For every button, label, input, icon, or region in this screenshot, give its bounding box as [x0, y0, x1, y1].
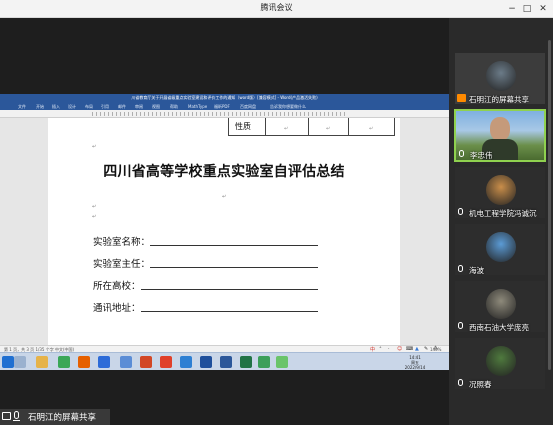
- cell-mark: ↵: [284, 126, 289, 132]
- field-underline[interactable]: [150, 245, 318, 246]
- participant-caption: 海波: [455, 264, 545, 275]
- table-cell: ↵: [309, 118, 349, 136]
- avatar: [486, 61, 516, 91]
- taskbar-firefox-icon[interactable]: [78, 356, 90, 368]
- microphone-icon: [458, 322, 463, 329]
- participant-tile[interactable]: 西南石油大学庞亮: [454, 280, 546, 333]
- participant-tile[interactable]: 石明江的屏幕共享: [454, 52, 546, 105]
- participant-scrollbar[interactable]: [548, 40, 551, 370]
- avatar: [486, 175, 516, 205]
- close-button[interactable]: ✕: [537, 3, 549, 15]
- screen-share-indicator[interactable]: 石明江的屏幕共享: [0, 409, 110, 425]
- taskbar-chrome-icon[interactable]: [58, 356, 70, 368]
- ruler-ticks: [92, 112, 348, 116]
- minimize-button[interactable]: −: [506, 3, 518, 15]
- word-status-bar: 第 1 页，共 3 页 1/35 个字 中文(中国) 中 ⁺ · ☺ ⌨ ▲ ✎ ⁂ 140%: [0, 345, 449, 353]
- clock-date: 2022/9/14: [404, 365, 426, 370]
- field-label: 所在高校：: [93, 281, 141, 292]
- taskbar-photos-icon[interactable]: [180, 356, 192, 368]
- word-ruler: [0, 110, 449, 118]
- taskbar-powerpoint-icon[interactable]: [140, 356, 152, 368]
- maximize-button[interactable]: □: [521, 3, 533, 15]
- participant-tile[interactable]: 海波: [454, 223, 546, 276]
- taskbar-app-e-icon[interactable]: [258, 356, 270, 368]
- word-document-title: 川省教育厅关于开展省级重点实验室建设和评价工作的通知（word版）[兼容模式] …: [131, 95, 318, 100]
- participant-face: [490, 117, 510, 141]
- participant-name: 西南石油大学庞亮: [469, 323, 529, 332]
- avatar: [486, 346, 516, 376]
- taskbar-app-c-icon[interactable]: [160, 356, 172, 368]
- field-label: 通讯地址：: [93, 303, 141, 314]
- participant-name: 李忠伟: [470, 151, 493, 160]
- participant-name: 机电工程学院冯诚沉: [469, 209, 537, 218]
- participant-caption: 况照春: [455, 378, 545, 389]
- paragraph-mark: ↵: [92, 204, 97, 210]
- screen-share-icon: [2, 412, 11, 420]
- field-underline[interactable]: [141, 289, 318, 290]
- taskbar-wechat-icon[interactable]: [276, 356, 288, 368]
- participant-tile[interactable]: 李忠伟: [454, 109, 546, 162]
- participant-name: 况照春: [469, 380, 492, 389]
- avatar: [486, 289, 516, 319]
- microphone-icon: [458, 379, 463, 386]
- field-label: 实验室名称：: [93, 237, 151, 248]
- participant-name: 海波: [469, 266, 484, 275]
- word-title-bar: 川省教育厅关于开展省级重点实验室建设和评价工作的通知（word版）[兼容模式] …: [0, 94, 449, 103]
- taskbar-start-icon[interactable]: [2, 356, 14, 368]
- table-label: 性质: [235, 122, 251, 131]
- shared-screen-area: 川省教育厅关于开展省级重点实验室建设和评价工作的通知（word版）[兼容模式] …: [0, 18, 449, 425]
- window-title: 腾讯会议: [260, 3, 293, 12]
- title-bar: 腾讯会议 − □ ✕: [0, 0, 553, 18]
- windows-taskbar: 14:41 周五 2022/9/14: [0, 352, 449, 370]
- screen-share-icon: [457, 94, 466, 102]
- cell-mark: ↵: [326, 126, 331, 132]
- document-heading: 四川省高等学校重点实验室自评估总结: [103, 164, 345, 180]
- participant-caption: 机电工程学院冯诚沉: [455, 207, 545, 218]
- paragraph-mark: ↵: [92, 144, 97, 150]
- microphone-icon: [458, 208, 463, 215]
- table-cell: 性质: [229, 118, 266, 136]
- field-underline[interactable]: [141, 311, 318, 312]
- taskbar-app-d-icon[interactable]: [200, 356, 212, 368]
- shared-desktop: 川省教育厅关于开展省级重点实验室建设和评价工作的通知（word版）[兼容模式] …: [0, 94, 449, 370]
- paragraph-mark: ↵: [222, 194, 227, 200]
- word-ribbon-tabs: 文件 开始 插入 设计 布局 引用 邮件 审阅 视图 帮助 MathType 福昕PDF 百度网盘 告诉我…: [0, 103, 449, 110]
- table-cell: ↵: [349, 118, 394, 136]
- microphone-icon: [459, 150, 464, 157]
- microphone-icon: [14, 411, 19, 419]
- table-cell: ↵: [266, 118, 309, 136]
- sharer-label: 石明江的屏幕共享: [28, 413, 97, 423]
- paragraph-mark: ↵: [92, 214, 97, 220]
- document-page: 性质 ↵ ↵ ↵ ↵ 四川省高等学校重点实验室自评估总结 ↵ ↵ ↵ 实验室名称…: [48, 118, 400, 345]
- participant-tile[interactable]: 机电工程学院冯诚沉: [454, 166, 546, 219]
- field-underline[interactable]: [150, 267, 318, 268]
- ribbon-tab[interactable]: MathType: [188, 104, 207, 109]
- microphone-icon: [458, 265, 463, 272]
- avatar: [486, 232, 516, 262]
- taskbar-excel-icon[interactable]: [240, 356, 252, 368]
- participant-tile[interactable]: 况照春: [454, 337, 546, 390]
- participant-caption: 李忠伟: [456, 149, 544, 160]
- field-label: 实验室主任：: [93, 259, 151, 270]
- participant-panel: 石明江的屏幕共享 李忠伟机电工程学院冯诚沉 海波西南石油大学庞亮 况照春: [449, 18, 553, 425]
- participant-name: 石明江的屏幕共享: [469, 95, 529, 104]
- participant-caption: 石明江的屏幕共享: [455, 93, 545, 104]
- taskbar-app-a-icon[interactable]: [98, 356, 110, 368]
- taskbar-app-b-icon[interactable]: [120, 356, 132, 368]
- participant-caption: 西南石油大学庞亮: [455, 321, 545, 332]
- taskbar-word-icon[interactable]: [220, 356, 232, 368]
- taskbar-explorer-icon[interactable]: [36, 356, 48, 368]
- cell-mark: ↵: [369, 126, 374, 132]
- info-table: 性质 ↵ ↵ ↵: [228, 118, 395, 136]
- system-clock[interactable]: 14:41 周五 2022/9/14: [400, 355, 430, 370]
- tencent-meeting-window: 腾讯会议 − □ ✕ 川省教育厅关于开展省级重点实验室建设和评价工作的通知（wo…: [0, 0, 553, 425]
- microphone-stand-icon: [13, 419, 20, 421]
- word-canvas: 性质 ↵ ↵ ↵ ↵ 四川省高等学校重点实验室自评估总结 ↵ ↵ ↵ 实验室名称…: [0, 118, 449, 345]
- taskbar-task-view-icon[interactable]: [14, 356, 26, 368]
